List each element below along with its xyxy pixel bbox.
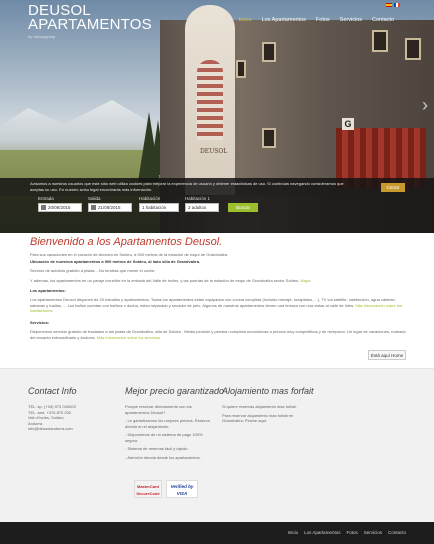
hero-window <box>236 60 246 78</box>
adultos-select[interactable]: 2 adultos <box>185 203 219 212</box>
lodging-item: Si quiere reservas alojamiento mas forfa… <box>222 404 297 409</box>
booking-bar: Entrada 20/08/2015 Salida 21/08/2015 Hab… <box>0 196 434 233</box>
nav-inicio[interactable]: Inicio <box>239 17 252 23</box>
hero-window <box>262 42 276 62</box>
valley-text: Y además, los apartamentos en un paraje … <box>30 278 410 284</box>
map-link[interactable]: Mapa <box>300 278 310 283</box>
salida-field[interactable]: 21/08/2015 <box>88 203 132 212</box>
apartments-text-body: Los apartamentos Deusol disponen de 20 e… <box>30 297 396 308</box>
hero-tower-decoration <box>197 60 223 140</box>
nav-fotos[interactable]: Fotos <box>316 17 330 23</box>
es-flag-icon[interactable] <box>386 3 392 7</box>
valley-text-body: Y además, los apartamentos en un paraje … <box>30 278 300 283</box>
hero-window <box>372 30 388 52</box>
services-text-body: Disponemos servicio gratuito de traslado… <box>30 329 406 340</box>
services-text: Disponemos servicio gratuito de traslado… <box>30 329 410 340</box>
contact-list: TEL. sp. (+34) 973 040003 TEL. and. +376… <box>28 404 118 432</box>
bus-text: Servicio de autobús gratuito a pistas...… <box>30 268 156 273</box>
payment-badges: MasterCard SecureCode Verified by VISA <box>134 480 198 498</box>
entrada-field[interactable]: 20/08/2015 <box>38 203 82 212</box>
price-item: - Sistema de reservas fácil y rápido. <box>125 446 189 451</box>
buscar-button[interactable]: Buscar <box>228 203 258 212</box>
entrada-label: Entrada <box>38 196 54 201</box>
hero-banner: DEUSOL G DEUSOL APARTAMENTOS by Ushopgro… <box>0 0 434 233</box>
lodging-title: Alojamiento mas forfait <box>222 386 314 396</box>
calendar-icon <box>41 205 46 211</box>
cookie-text: Avisamos a nuestros usuarios que este si… <box>30 181 344 192</box>
footer-nav-inicio[interactable]: Inicio <box>288 530 299 535</box>
hero-window <box>405 38 421 60</box>
apartments-text: Los apartamentos Deusol disponen de 20 e… <box>30 297 410 314</box>
lodging-item[interactable]: Para reservar alojamiento mas forfait en… <box>222 413 312 424</box>
intro-text: Para sus vacaciones en el corazón de And… <box>30 252 229 257</box>
cookie-bar: Avisamos a nuestros usuarios que este si… <box>0 178 434 196</box>
price-item: - Le garantizamos los mejores precios. R… <box>125 418 210 429</box>
contact-email[interactable]: info@deusolandorra.com <box>28 426 118 432</box>
apartments-heading: Los apartamentos: <box>30 288 66 293</box>
main-nav: Inicio Los Apartamentos Fotos Servicios … <box>239 17 394 23</box>
hero-tower-sign: DEUSOL <box>200 148 228 155</box>
logo-subtitle: by Ushopgroup <box>28 34 56 39</box>
services-heading: Servicios: <box>30 320 50 325</box>
habitacion-label: Habitación <box>139 196 161 201</box>
entrada-value: 20/08/2015 <box>48 205 71 210</box>
location-text: Ubicación de nuestros apartamentos a 900… <box>30 259 201 264</box>
habitacion-select[interactable]: 1 habitación <box>139 203 179 212</box>
mastercard-securecode-logo: MasterCard SecureCode <box>134 480 162 498</box>
nav-contacto[interactable]: Contacto <box>372 17 394 23</box>
fr-flag-icon[interactable] <box>394 3 400 7</box>
price-item: - Disponemos de un sistema de pago 100% … <box>125 432 203 443</box>
cookie-close-button[interactable]: Cerrar <box>381 183 405 192</box>
home-button[interactable]: Está aquí Home <box>368 350 406 360</box>
calendar-icon <box>91 205 96 211</box>
price-list: Porque reservar directamente con los apa… <box>125 404 210 460</box>
footer-nav: Inicio Los Apartamentos Fotos Servicios … <box>288 530 406 535</box>
footer: Inicio Los Apartamentos Fotos Servicios … <box>0 522 434 544</box>
footer-nav-apartamentos[interactable]: Los Apartamentos <box>304 530 340 535</box>
salida-value: 21/08/2015 <box>98 205 121 210</box>
page-title: Bienvenido a los Apartamentos Deusol. <box>30 236 223 248</box>
lodging-list: Si quiere reservas alojamiento mas forfa… <box>222 404 312 424</box>
salida-label: Salida <box>88 196 101 201</box>
site-logo[interactable]: DEUSOL APARTAMENTOS <box>28 3 152 33</box>
price-item: - Atención directa desde los apartamento… <box>125 454 201 460</box>
footer-nav-servicios[interactable]: Servicios <box>364 530 382 535</box>
verified-by-visa-logo: Verified by VISA <box>166 480 198 498</box>
footer-nav-fotos[interactable]: Fotos <box>346 530 357 535</box>
hero-g-sign: G <box>342 118 354 130</box>
logo-line2: APARTAMENTOS <box>28 16 152 33</box>
price-item: Porque reservar directamente con los apa… <box>125 404 192 415</box>
contact-title: Contact Info <box>28 386 77 396</box>
habitacion1-label: Habitación 1 <box>185 196 211 201</box>
footer-nav-contacto[interactable]: Contacto <box>388 530 406 535</box>
price-title: Mejor precio garantizado <box>125 386 225 396</box>
nav-apartamentos[interactable]: Los Apartamentos <box>262 17 306 23</box>
language-switcher <box>386 3 400 7</box>
services-info-link[interactable]: Más información sobre los servicios. <box>97 335 161 340</box>
hero-window <box>262 128 276 148</box>
nav-servicios[interactable]: Servicios <box>340 17 362 23</box>
slider-next-icon[interactable]: › <box>422 95 428 116</box>
